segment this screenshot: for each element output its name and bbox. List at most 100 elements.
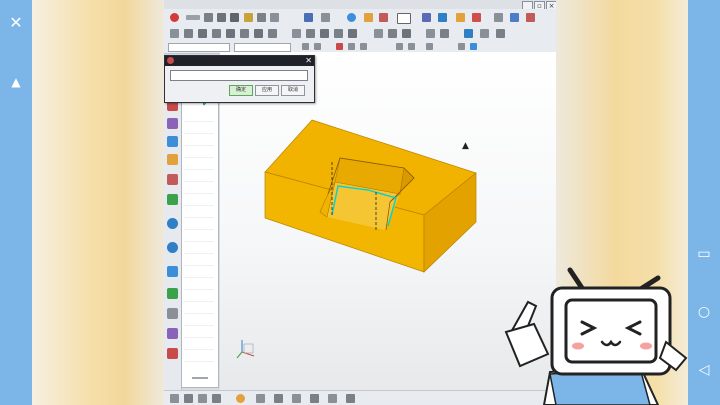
intersect-icon[interactable]	[402, 29, 411, 38]
pocket-icon[interactable]	[226, 29, 235, 38]
draft-icon[interactable]	[334, 29, 343, 38]
point-icon[interactable]	[472, 13, 481, 22]
shell-icon[interactable]	[320, 29, 329, 38]
sketch-icon[interactable]	[438, 13, 447, 22]
navigator-row[interactable]	[184, 159, 214, 170]
deselect-icon[interactable]	[314, 43, 321, 50]
navigator-row[interactable]	[184, 255, 214, 266]
navigator-row[interactable]	[184, 195, 214, 206]
dialog-title-bar[interactable]: ✕	[165, 56, 314, 66]
bottom-tool-8-icon[interactable]	[292, 394, 301, 403]
apply-button[interactable]: 应用	[255, 85, 279, 96]
navigator-row[interactable]	[184, 351, 214, 362]
navigator-row[interactable]	[184, 327, 214, 338]
snap-point-icon[interactable]	[408, 43, 415, 50]
select-icon[interactable]	[494, 13, 503, 22]
snap-center-icon[interactable]	[360, 43, 367, 50]
light-icon[interactable]	[364, 13, 373, 22]
thicken-icon[interactable]	[440, 29, 449, 38]
feature-icon[interactable]	[422, 13, 431, 22]
bottom-tool-1-icon[interactable]	[170, 394, 179, 403]
navigator-row[interactable]	[184, 243, 214, 254]
clock-icon[interactable]	[167, 266, 178, 277]
bottom-tool-6-icon[interactable]	[256, 394, 265, 403]
navigator-row[interactable]	[184, 111, 214, 122]
navigator-row[interactable]	[184, 291, 214, 302]
boss-icon[interactable]	[212, 29, 221, 38]
subtract-icon[interactable]	[388, 29, 397, 38]
navigator-row[interactable]	[184, 279, 214, 290]
back-icon[interactable]: ◁	[688, 360, 720, 380]
system-scenes-icon[interactable]	[167, 328, 178, 339]
dialog-close-icon[interactable]: ✕	[305, 56, 312, 66]
snap-tangent-icon[interactable]	[426, 43, 433, 50]
save-icon[interactable]	[230, 13, 239, 22]
shaded-view-icon[interactable]	[347, 13, 356, 22]
layer-icon[interactable]	[321, 13, 330, 22]
analysis-icon[interactable]	[379, 13, 388, 22]
navigator-row[interactable]	[184, 267, 214, 278]
panel-resize-grip[interactable]	[192, 377, 208, 379]
navigator-row[interactable]	[184, 207, 214, 218]
navigator-row[interactable]	[184, 183, 214, 194]
view-icon[interactable]	[304, 13, 313, 22]
roles-icon[interactable]	[167, 308, 178, 319]
navigator-row[interactable]	[184, 231, 214, 242]
paste-icon[interactable]	[270, 13, 279, 22]
datum-csys-icon[interactable]	[496, 29, 505, 38]
cut-icon[interactable]	[244, 13, 253, 22]
bottom-tool-3-icon[interactable]	[198, 394, 207, 403]
navigator-row[interactable]	[184, 135, 214, 146]
start-label-icon[interactable]	[186, 15, 200, 20]
bottom-tool-10-icon[interactable]	[328, 394, 337, 403]
revolve-icon[interactable]	[184, 29, 193, 38]
navigator-row[interactable]	[184, 147, 214, 158]
ok-button[interactable]: 确定	[229, 85, 253, 96]
close-icon[interactable]: ✕	[0, 13, 32, 33]
navigator-row[interactable]	[184, 171, 214, 182]
navigator-row[interactable]	[184, 339, 214, 350]
snap-face-icon[interactable]	[470, 43, 477, 50]
snap-intersect-icon[interactable]	[396, 43, 403, 50]
type-filter-dropdown[interactable]	[168, 43, 230, 52]
bottom-tool-2-icon[interactable]	[184, 394, 193, 403]
hole-icon[interactable]	[198, 29, 207, 38]
navigator-row[interactable]	[184, 123, 214, 134]
bottom-tool-7-icon[interactable]	[274, 394, 283, 403]
part-navigator-icon[interactable]	[167, 136, 178, 147]
process-studio-icon[interactable]	[167, 348, 178, 359]
option-icon[interactable]	[526, 13, 535, 22]
chamfer-icon[interactable]	[306, 29, 315, 38]
datum-axis-icon[interactable]	[480, 29, 489, 38]
hd3d-tools-icon[interactable]	[167, 194, 178, 205]
scope-dropdown[interactable]	[234, 43, 291, 52]
bottom-tool-4-icon[interactable]	[212, 394, 221, 403]
collapse-up-icon[interactable]: ▲	[0, 72, 32, 92]
resource-tab-2-icon[interactable]	[167, 118, 178, 129]
web-browser-icon[interactable]	[167, 218, 178, 229]
offset-face-icon[interactable]	[426, 29, 435, 38]
unite-icon[interactable]	[374, 29, 383, 38]
select-all-icon[interactable]	[302, 43, 309, 50]
groove-icon[interactable]	[268, 29, 277, 38]
palette-icon[interactable]	[167, 288, 178, 299]
snap-quadrant-icon[interactable]	[458, 43, 465, 50]
blend-icon[interactable]	[292, 29, 301, 38]
trim-icon[interactable]	[348, 29, 357, 38]
navigator-row[interactable]	[184, 303, 214, 314]
navigator-row[interactable]	[184, 219, 214, 230]
history-icon[interactable]	[167, 242, 178, 253]
snap-icon[interactable]	[456, 13, 465, 22]
snap-mid-icon[interactable]	[348, 43, 355, 50]
window-icon[interactable]	[397, 13, 411, 24]
home-icon[interactable]: ○	[688, 302, 720, 322]
new-file-icon[interactable]	[204, 13, 213, 22]
assembly-navigator-icon[interactable]	[167, 154, 178, 165]
cancel-button[interactable]: 取消	[281, 85, 305, 96]
screen-mode-icon[interactable]: ▭	[688, 244, 720, 264]
extrude-icon[interactable]	[170, 29, 179, 38]
dialog-text-input[interactable]	[170, 70, 308, 81]
snap-end-icon[interactable]	[336, 43, 343, 50]
start-menu-icon[interactable]	[170, 13, 179, 22]
datum-plane-icon[interactable]	[464, 29, 473, 38]
